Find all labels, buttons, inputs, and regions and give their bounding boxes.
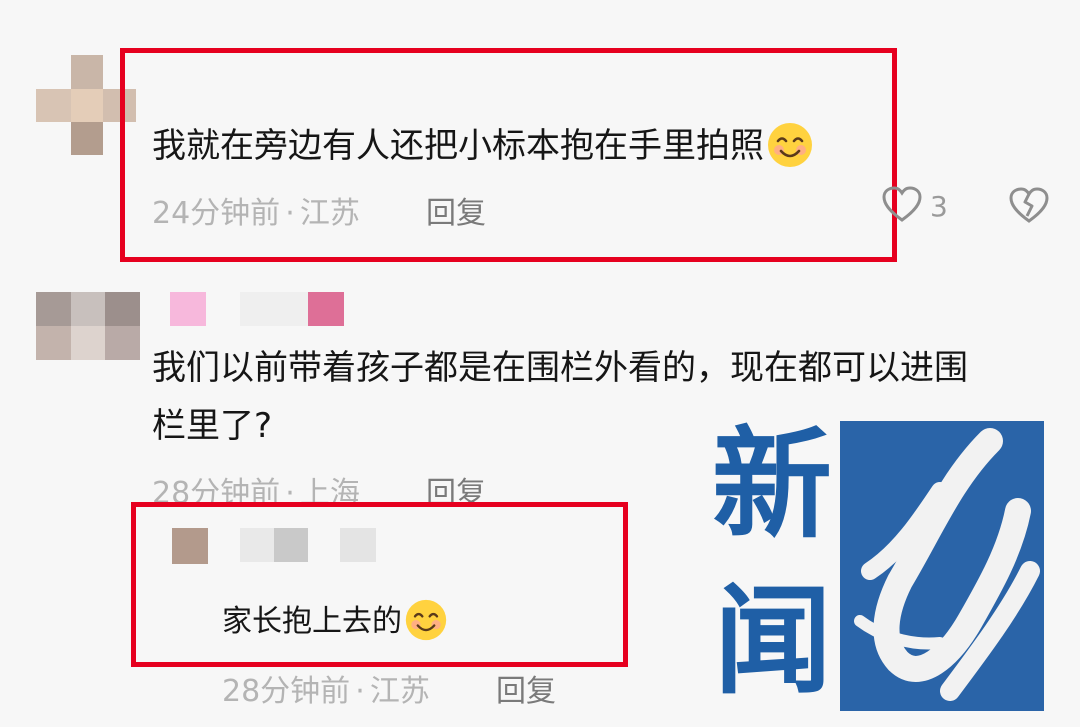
watermark-calligraphy-icon <box>854 428 1040 701</box>
comment-meta: 28分钟前 · 江苏 <box>222 666 430 710</box>
comment-location: 江苏 <box>369 674 430 709</box>
heart-icon <box>882 186 922 222</box>
watermark-char-1: 新 <box>712 414 832 555</box>
comment-text-line-2: 栏里了? <box>152 406 273 446</box>
watermark-panel <box>840 421 1044 711</box>
broken-heart-icon <box>1009 187 1049 223</box>
comment-time: 24分钟前 <box>152 196 281 231</box>
like-count: 3 <box>930 190 948 223</box>
dislike-button[interactable] <box>1008 186 1050 226</box>
reply-button[interactable]: 回复 <box>496 666 556 710</box>
comment-text: 我就在旁边有人还把小标本抱在手里拍照 <box>152 122 814 170</box>
avatar[interactable] <box>36 292 140 360</box>
comment-meta: 24分钟前 · 江苏 <box>152 188 360 232</box>
comment-text-content: 我就在旁边有人还把小标本抱在手里拍照 <box>152 126 764 166</box>
comment-text-line-1: 我们以前带着孩子都是在围栏外看的，现在都可以进围 <box>152 348 968 388</box>
watermark-text-column: 新 闻 <box>712 415 840 711</box>
comment-text-content: 家长抱上去的 <box>222 604 402 639</box>
avatar[interactable] <box>172 528 208 564</box>
comment-location: 江苏 <box>299 196 360 231</box>
meta-separator: · <box>355 674 365 709</box>
like-button[interactable]: 3 <box>882 186 972 226</box>
comment-time: 28分钟前 <box>222 674 351 709</box>
reply-button[interactable]: 回复 <box>426 188 486 232</box>
smiling-face-emoji-icon <box>768 122 812 167</box>
smiling-face-emoji-icon <box>405 599 447 640</box>
username[interactable] <box>240 528 380 564</box>
watermark-char-2: 闻 <box>714 571 833 710</box>
meta-separator: · <box>285 196 295 231</box>
news-watermark-logo: 新 闻 <box>712 415 1044 711</box>
username[interactable] <box>170 292 390 330</box>
comment-text: 家长抱上去的 <box>222 598 448 646</box>
